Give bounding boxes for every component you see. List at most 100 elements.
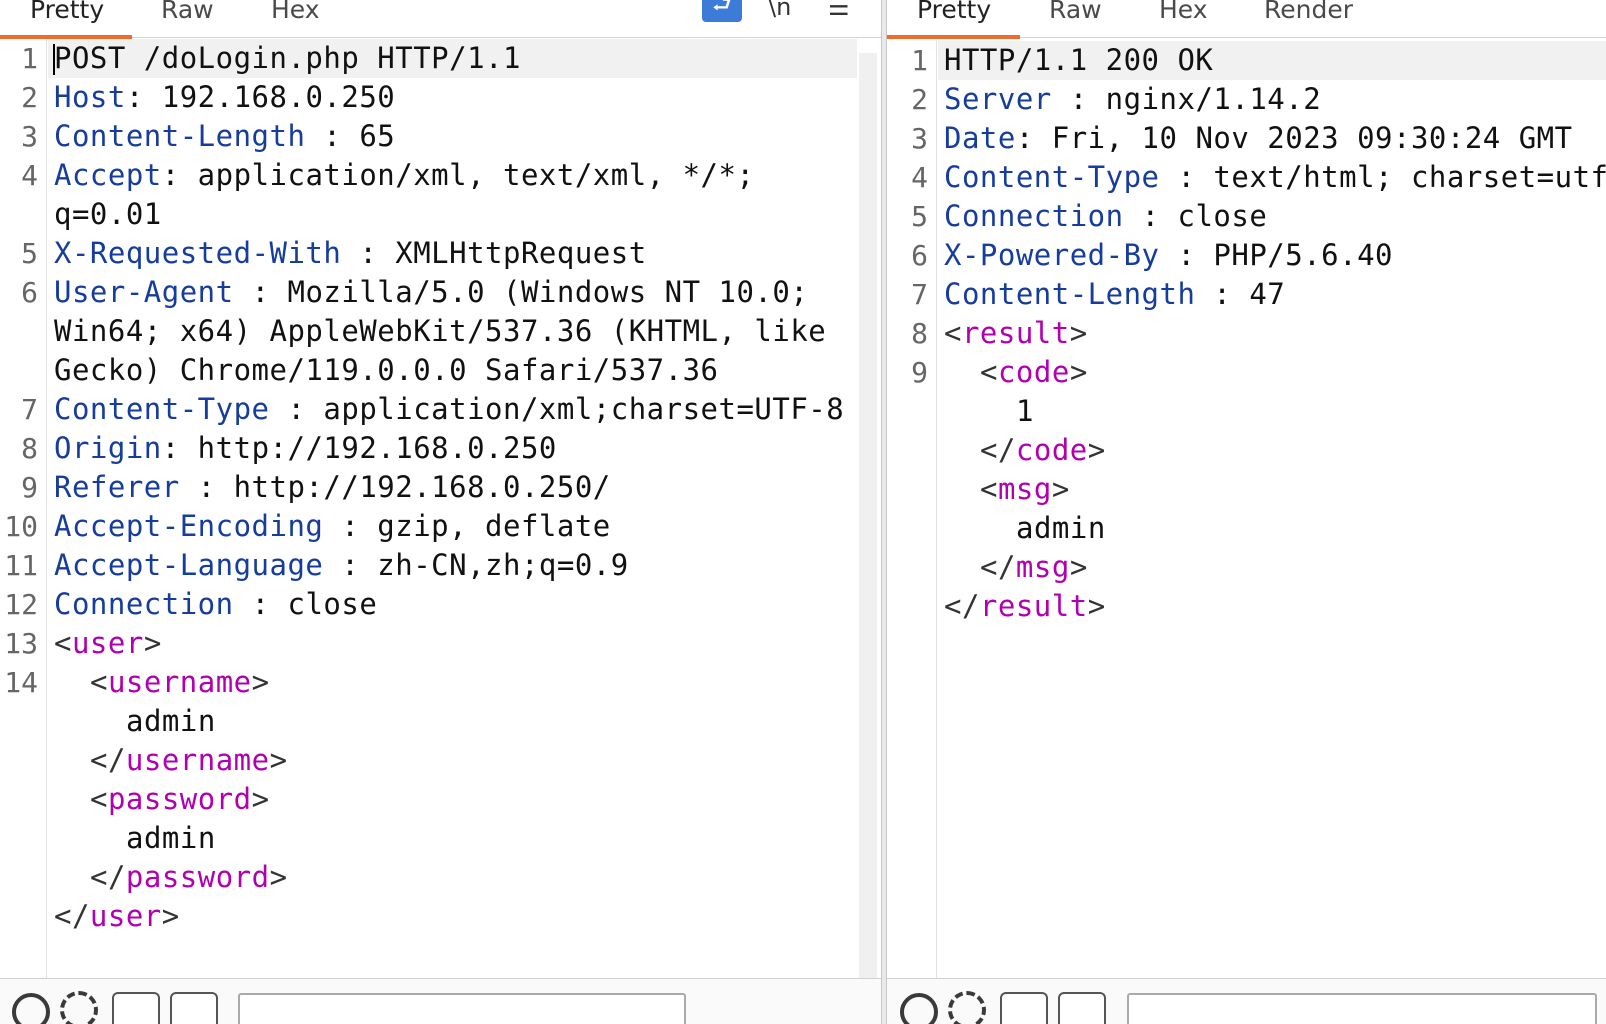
header-name: Connection xyxy=(944,199,1124,233)
line-number: 9 xyxy=(21,471,38,504)
header-name: Content-Type xyxy=(54,392,270,426)
hamburger-menu-icon[interactable]: ☰ xyxy=(828,0,850,24)
header-value: : 192.168.0.250 xyxy=(125,80,396,114)
header-name: User-Agent xyxy=(54,275,234,309)
header-name: Content-Length xyxy=(54,119,306,153)
header-line: Referer : http://192.168.0.250/ xyxy=(48,468,857,507)
header-name: Host xyxy=(54,80,126,114)
xml-text: 1 xyxy=(1016,394,1034,428)
line-number: 14 xyxy=(4,666,38,699)
xml-bracket: < xyxy=(54,626,72,660)
xml-bracket: </ xyxy=(90,743,126,777)
xml-bracket: > xyxy=(269,860,288,894)
header-line: q=0.01 xyxy=(48,195,857,234)
header-line: Content-Type : text/html; charset=utf-8 xyxy=(938,158,1606,197)
xml-tag-name: password xyxy=(125,860,270,894)
vertical-scrollbar[interactable] xyxy=(859,53,877,978)
xml-bracket: < xyxy=(944,316,962,350)
help-icon[interactable] xyxy=(900,993,938,1024)
line-number: 12 xyxy=(4,588,38,621)
settings-gear-icon[interactable] xyxy=(948,991,986,1024)
arrow-left-icon[interactable] xyxy=(112,992,160,1024)
search-input[interactable] xyxy=(238,993,686,1024)
line-number: 9 xyxy=(911,356,928,389)
xml-tag-name: username xyxy=(107,665,252,699)
xml-bracket: > xyxy=(1087,589,1106,623)
newline-toggle[interactable]: \n xyxy=(768,0,791,24)
line-number: 4 xyxy=(911,161,928,194)
header-value: : PHP/5.6.40 xyxy=(1159,238,1393,272)
header-line: Server : nginx/1.14.2 xyxy=(938,80,1606,119)
request-pane: Pretty Raw Hex ⮐ \n ☰ 1 2 3 4 5 6 7 8 9 10 11 12 13 1… xyxy=(0,0,881,1024)
xml-tag-name: msg xyxy=(1015,550,1070,584)
response-editor[interactable]: 123456789 HTTP/1.1 200 OK Server : nginx/… xyxy=(887,41,1606,978)
xml-bracket: </ xyxy=(944,589,980,623)
header-name: Date xyxy=(944,121,1016,155)
header-value: : gzip, deflate xyxy=(323,509,611,543)
xml-tag-name: password xyxy=(107,782,252,816)
header-value: : 47 xyxy=(1195,277,1286,311)
help-icon[interactable] xyxy=(12,993,50,1024)
tab-render[interactable]: Render xyxy=(1264,0,1353,29)
header-value: q=0.01 xyxy=(54,197,162,231)
request-tabs: Pretty Raw Hex ⮐ \n ☰ xyxy=(0,0,881,39)
line-number: 8 xyxy=(21,432,38,465)
xml-tag-name: result xyxy=(979,589,1088,623)
header-name: Content-Length xyxy=(944,277,1196,311)
tab-raw[interactable]: Raw xyxy=(1049,0,1102,29)
tab-pretty[interactable]: Pretty xyxy=(917,0,991,29)
line-number: 5 xyxy=(21,237,38,270)
xml-line: <username> xyxy=(48,663,857,702)
xml-bracket: > xyxy=(143,626,162,660)
wrap-lines-icon[interactable]: ⮐ xyxy=(702,0,742,22)
header-value: : http://192.168.0.250 xyxy=(161,431,557,465)
xml-bracket: > xyxy=(251,665,270,699)
xml-line: <code> xyxy=(938,353,1606,392)
xml-tag-name: user xyxy=(71,626,144,660)
header-line: Connection : close xyxy=(938,197,1606,236)
arrow-right-icon[interactable] xyxy=(170,992,218,1024)
request-line: HTTP/1.1 200 OK xyxy=(938,41,1606,80)
xml-bracket: < xyxy=(90,782,108,816)
xml-bracket: </ xyxy=(980,550,1016,584)
response-footer xyxy=(887,978,1606,1024)
header-line: Host: 192.168.0.250 xyxy=(48,78,857,117)
active-tab-indicator xyxy=(887,35,1020,39)
header-name: Origin xyxy=(54,431,162,465)
request-editor[interactable]: 1 2 3 4 5 6 7 8 9 10 11 12 13 14 POST /doLogin.php HT… xyxy=(0,39,881,978)
line-number: 1 xyxy=(911,44,928,77)
tab-hex[interactable]: Hex xyxy=(271,0,320,29)
request-line: POST /doLogin.php HTTP/1.1 xyxy=(48,39,857,78)
xml-line: <user> xyxy=(48,624,857,663)
line-number-gutter: 1 2 3 4 5 6 7 8 9 10 11 12 13 14 xyxy=(0,39,47,978)
header-line: Accept-Language : zh-CN,zh;q=0.9 xyxy=(48,546,857,585)
line-number: 4 xyxy=(21,159,38,192)
search-input[interactable] xyxy=(1127,993,1597,1024)
xml-line: 1 xyxy=(938,392,1606,431)
header-value: : nginx/1.14.2 xyxy=(1051,82,1322,116)
settings-gear-icon[interactable] xyxy=(60,991,98,1024)
response-pane: Pretty Raw Hex Render 1 2 3 4 5 6 7 8 9 HTTP/1.1… xyxy=(887,0,1606,1024)
xml-text: admin xyxy=(126,704,216,738)
line-number: 1 xyxy=(21,42,38,75)
header-name: Accept xyxy=(54,158,162,192)
xml-tag-name: user xyxy=(89,899,162,933)
header-value: : application/xml;charset=UTF-8 xyxy=(269,392,845,426)
arrow-left-icon[interactable] xyxy=(1000,992,1048,1024)
xml-bracket: > xyxy=(269,743,288,777)
arrow-right-icon[interactable] xyxy=(1058,992,1106,1024)
response-code[interactable]: HTTP/1.1 200 OK Server : nginx/1.14.2 Date… xyxy=(938,41,1606,978)
xml-line: </msg> xyxy=(938,548,1606,587)
start-line: HTTP/1.1 200 OK xyxy=(944,43,1214,77)
xml-bracket: </ xyxy=(90,860,126,894)
header-line: Content-Length : 65 xyxy=(48,117,857,156)
tab-hex[interactable]: Hex xyxy=(1159,0,1208,29)
header-line: X-Requested-With : XMLHttpRequest xyxy=(48,234,857,273)
header-value: : application/xml, text/xml, */*; xyxy=(161,158,755,192)
tab-raw[interactable]: Raw xyxy=(161,0,214,29)
start-line: POST /doLogin.php HTTP/1.1 xyxy=(54,41,521,75)
line-number-gutter: 1 2 3 4 5 6 7 8 9 xyxy=(887,41,937,978)
header-line: Accept-Encoding : gzip, deflate xyxy=(48,507,857,546)
request-code[interactable]: POST /doLogin.php HTTP/1.1 Host: 192.168.… xyxy=(48,39,857,978)
tab-pretty[interactable]: Pretty xyxy=(30,0,104,29)
